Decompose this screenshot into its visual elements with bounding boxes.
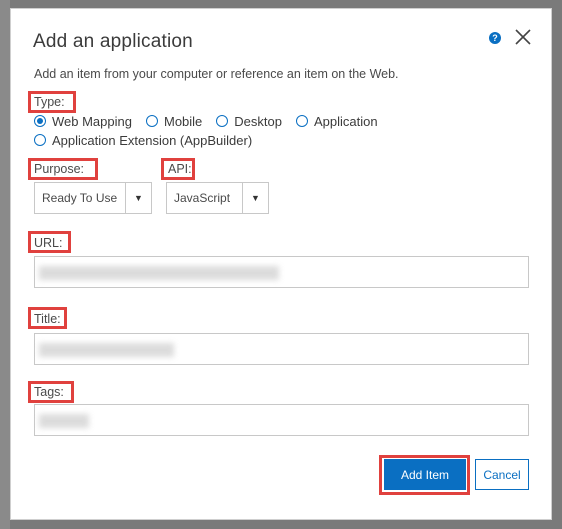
url-input[interactable] xyxy=(34,256,529,288)
type-option-mobile[interactable]: Mobile xyxy=(145,113,203,129)
radio-application[interactable] xyxy=(295,115,308,127)
purpose-select[interactable]: Ready To Use ▼ xyxy=(34,182,152,214)
radio-label: Web Mapping xyxy=(52,113,132,129)
chevron-down-icon[interactable]: ▼ xyxy=(125,183,151,213)
page-backdrop xyxy=(0,0,10,529)
help-icon[interactable]: ? xyxy=(489,32,501,44)
dialog-subtitle: Add an item from your computer or refere… xyxy=(34,67,399,81)
type-option-desktop[interactable]: Desktop xyxy=(216,114,282,129)
api-select[interactable]: JavaScript ▼ xyxy=(166,182,269,214)
purpose-label-highlight xyxy=(28,158,98,180)
cancel-button[interactable]: Cancel xyxy=(475,459,529,490)
radio-label: Desktop xyxy=(234,113,282,129)
type-option-web-mapping[interactable]: Web Mapping xyxy=(34,114,132,129)
url-label-highlight xyxy=(28,231,71,253)
radio-web-mapping[interactable] xyxy=(34,115,46,127)
radio-label: Mobile xyxy=(163,113,203,129)
title-redacted-value xyxy=(39,343,174,357)
type-option-application[interactable]: Application xyxy=(295,113,378,129)
radio-mobile[interactable] xyxy=(145,115,158,127)
url-redacted-value xyxy=(39,266,279,280)
title-input[interactable] xyxy=(34,333,529,365)
tags-redacted-value xyxy=(39,414,89,428)
add-item-button[interactable]: Add Item xyxy=(384,459,466,490)
add-application-dialog: Add an application ? Add an item from yo… xyxy=(10,8,552,520)
api-label-highlight xyxy=(161,158,195,180)
type-label-highlight xyxy=(28,91,76,113)
type-option-application-extension[interactable]: Application Extension (AppBuilder) xyxy=(34,133,252,148)
radio-label: Application xyxy=(313,113,378,129)
dialog-title: Add an application xyxy=(33,31,193,52)
radio-label: Application Extension (AppBuilder) xyxy=(52,132,253,148)
tags-label-highlight xyxy=(28,381,74,403)
close-icon[interactable] xyxy=(513,27,533,47)
type-radio-row-1: Web Mapping Mobile Desktop Application xyxy=(34,112,392,130)
chevron-down-icon[interactable]: ▼ xyxy=(242,183,268,213)
api-value: JavaScript xyxy=(174,191,231,205)
radio-desktop[interactable] xyxy=(216,115,229,127)
radio-application-extension[interactable] xyxy=(34,134,46,146)
type-radio-row-2: Application Extension (AppBuilder) xyxy=(34,131,266,149)
title-label-highlight xyxy=(28,307,67,329)
purpose-value: Ready To Use xyxy=(42,191,118,205)
tags-input[interactable] xyxy=(34,404,529,436)
